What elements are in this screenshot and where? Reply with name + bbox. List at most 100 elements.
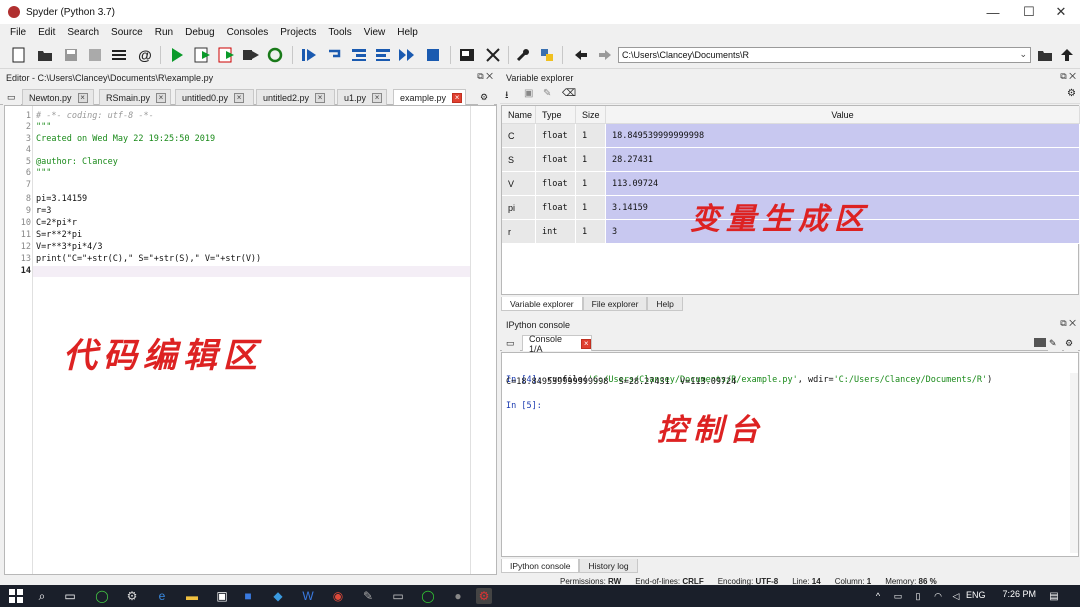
minimize-button[interactable]: — [974, 0, 1012, 24]
menu-help[interactable]: Help [397, 27, 418, 38]
working-directory-input[interactable]: C:\Users\Clancey\Documents\R ⌄ [618, 47, 1031, 63]
edge-browser-icon[interactable]: e [154, 588, 170, 604]
undock-close-icons[interactable]: ⧉ ✕ [1060, 318, 1076, 329]
menu-view[interactable]: View [364, 27, 386, 38]
tab-history-log[interactable]: History log [579, 559, 638, 573]
close-tab-icon[interactable]: × [315, 92, 326, 103]
windows-start-icon[interactable] [8, 588, 24, 604]
close-tab-icon[interactable]: × [77, 92, 88, 103]
step-return-icon[interactable] [374, 46, 392, 64]
menu-consoles[interactable]: Consoles [227, 27, 269, 38]
close-tab-icon[interactable]: × [452, 92, 463, 103]
file-explorer-icon[interactable]: ▬ [184, 588, 200, 604]
preferences-wrench-icon[interactable] [514, 46, 532, 64]
chevron-down-icon[interactable]: ⌄ [1019, 49, 1027, 60]
eraser-icon[interactable]: ⌫ [562, 88, 576, 99]
spyder-taskbar-icon[interactable]: ⚙ [476, 588, 492, 604]
tray-network-icon[interactable]: ▭ [890, 588, 906, 604]
app-tool-icon[interactable]: ✎ [360, 588, 376, 604]
gear-icon[interactable]: ⚙ [1064, 335, 1078, 351]
menu-edit[interactable]: Edit [38, 27, 55, 38]
store-bag-icon[interactable]: ▣ [214, 588, 230, 604]
tray-language[interactable]: ENG [966, 590, 986, 600]
close-tab-icon[interactable]: × [581, 338, 591, 349]
table-row[interactable]: C float 1 18.849539999999998 [502, 124, 1080, 148]
tab-rsmain[interactable]: RSmain.py × [99, 89, 171, 105]
tray-wifi-icon[interactable]: ◠ [930, 588, 946, 604]
browse-folder-icon[interactable] [1036, 46, 1054, 64]
notifications-icon[interactable]: ▤ [1046, 588, 1062, 604]
edit-pencil-icon[interactable]: ✎ [1048, 335, 1062, 351]
app-word-icon[interactable]: W [300, 588, 316, 604]
col-header-type[interactable]: Type [536, 106, 576, 124]
app-cloud-icon[interactable]: ◆ [270, 588, 286, 604]
stop-icon[interactable] [424, 46, 442, 64]
stop-square-icon[interactable] [1034, 338, 1046, 347]
fullscreen-icon[interactable] [484, 46, 502, 64]
table-row[interactable]: V float 1 113.09724 [502, 172, 1080, 196]
menu-tools[interactable]: Tools [328, 27, 351, 38]
continue-icon[interactable] [398, 46, 416, 64]
rerun-icon[interactable] [266, 46, 284, 64]
close-button[interactable]: ✕ [1042, 0, 1080, 24]
tab-file-explorer[interactable]: File explorer [582, 297, 648, 311]
tray-volume-icon[interactable]: ◁ [948, 588, 964, 604]
close-tab-icon[interactable]: × [234, 92, 245, 103]
app-gear-icon[interactable]: ⚙ [124, 588, 140, 604]
browse-tabs-icon[interactable]: ▭ [3, 89, 21, 105]
col-header-size[interactable]: Size [576, 106, 606, 124]
tab-u1[interactable]: u1.py × [337, 89, 387, 105]
step-icon[interactable] [326, 46, 344, 64]
parent-dir-arrow-icon[interactable] [1058, 46, 1076, 64]
tab-example[interactable]: example.py × [393, 89, 466, 105]
code-editor[interactable]: 1 2 3 4 5 6 7 8 9 10 11 12 13 14 # -*- c… [4, 105, 497, 575]
tab-untitled0[interactable]: untitled0.py × [175, 89, 254, 105]
run-icon[interactable] [168, 46, 186, 64]
debug-icon[interactable] [300, 46, 318, 64]
console-scrollbar[interactable] [1070, 373, 1078, 553]
save-icon[interactable] [62, 46, 80, 64]
table-row[interactable]: S float 1 28.27431 [502, 148, 1080, 172]
tab-untitled2[interactable]: untitled2.py × [256, 89, 335, 105]
menu-search[interactable]: Search [67, 27, 99, 38]
open-file-icon[interactable] [36, 46, 54, 64]
menu-run[interactable]: Run [155, 27, 173, 38]
run-cell-advance-icon[interactable] [218, 46, 236, 64]
tab-help[interactable]: Help [647, 297, 683, 311]
run-cell-icon[interactable] [194, 46, 212, 64]
forward-arrow-icon[interactable] [596, 46, 614, 64]
at-icon[interactable]: @ [136, 46, 154, 64]
tray-battery-icon[interactable]: ▯ [910, 588, 926, 604]
menu-file[interactable]: File [10, 27, 26, 38]
app-window-icon[interactable]: ▭ [390, 588, 406, 604]
menu-debug[interactable]: Debug [185, 27, 214, 38]
tab-variable-explorer[interactable]: Variable explorer [501, 297, 583, 311]
task-view-icon[interactable]: ▭ [62, 588, 78, 604]
tab-console-1a[interactable]: Console 1/A × [522, 334, 592, 354]
new-file-icon[interactable] [10, 46, 28, 64]
close-tab-icon[interactable]: × [156, 92, 167, 103]
list-icon[interactable] [110, 46, 128, 64]
save-all-icon[interactable] [86, 46, 104, 64]
editor-scrollbar[interactable] [470, 106, 496, 574]
import-data-icon[interactable]: ⭳ [505, 88, 509, 105]
app-green-ring-icon[interactable]: ◯ [420, 588, 436, 604]
tray-chevron-up-icon[interactable]: ^ [870, 588, 886, 604]
browse-tabs-icon[interactable]: ▭ [502, 335, 520, 351]
gear-icon[interactable]: ⚙ [478, 89, 494, 105]
tab-newton[interactable]: Newton.py × [22, 89, 94, 105]
app-blue-icon[interactable]: ■ [240, 588, 256, 604]
tab-ipython-console[interactable]: IPython console [501, 559, 580, 573]
save-data-icon[interactable]: ▣ [524, 88, 533, 99]
chrome-browser-icon[interactable]: ◉ [330, 588, 346, 604]
close-tab-icon[interactable]: × [372, 92, 383, 103]
tray-clock[interactable]: 7:26 PM [1002, 589, 1036, 599]
maximize-pane-icon[interactable] [458, 46, 476, 64]
app-green-circle-icon[interactable]: ◯ [94, 588, 110, 604]
col-header-value[interactable]: Value [606, 106, 1080, 124]
back-arrow-icon[interactable] [572, 46, 590, 64]
ipython-console[interactable]: In [4]: runfile('C:/Users/Clancey/Docume… [501, 352, 1079, 557]
undock-close-icons[interactable]: ⧉ ✕ [477, 71, 493, 82]
undock-close-icons[interactable]: ⧉ ✕ [1060, 71, 1076, 82]
menu-source[interactable]: Source [111, 27, 143, 38]
